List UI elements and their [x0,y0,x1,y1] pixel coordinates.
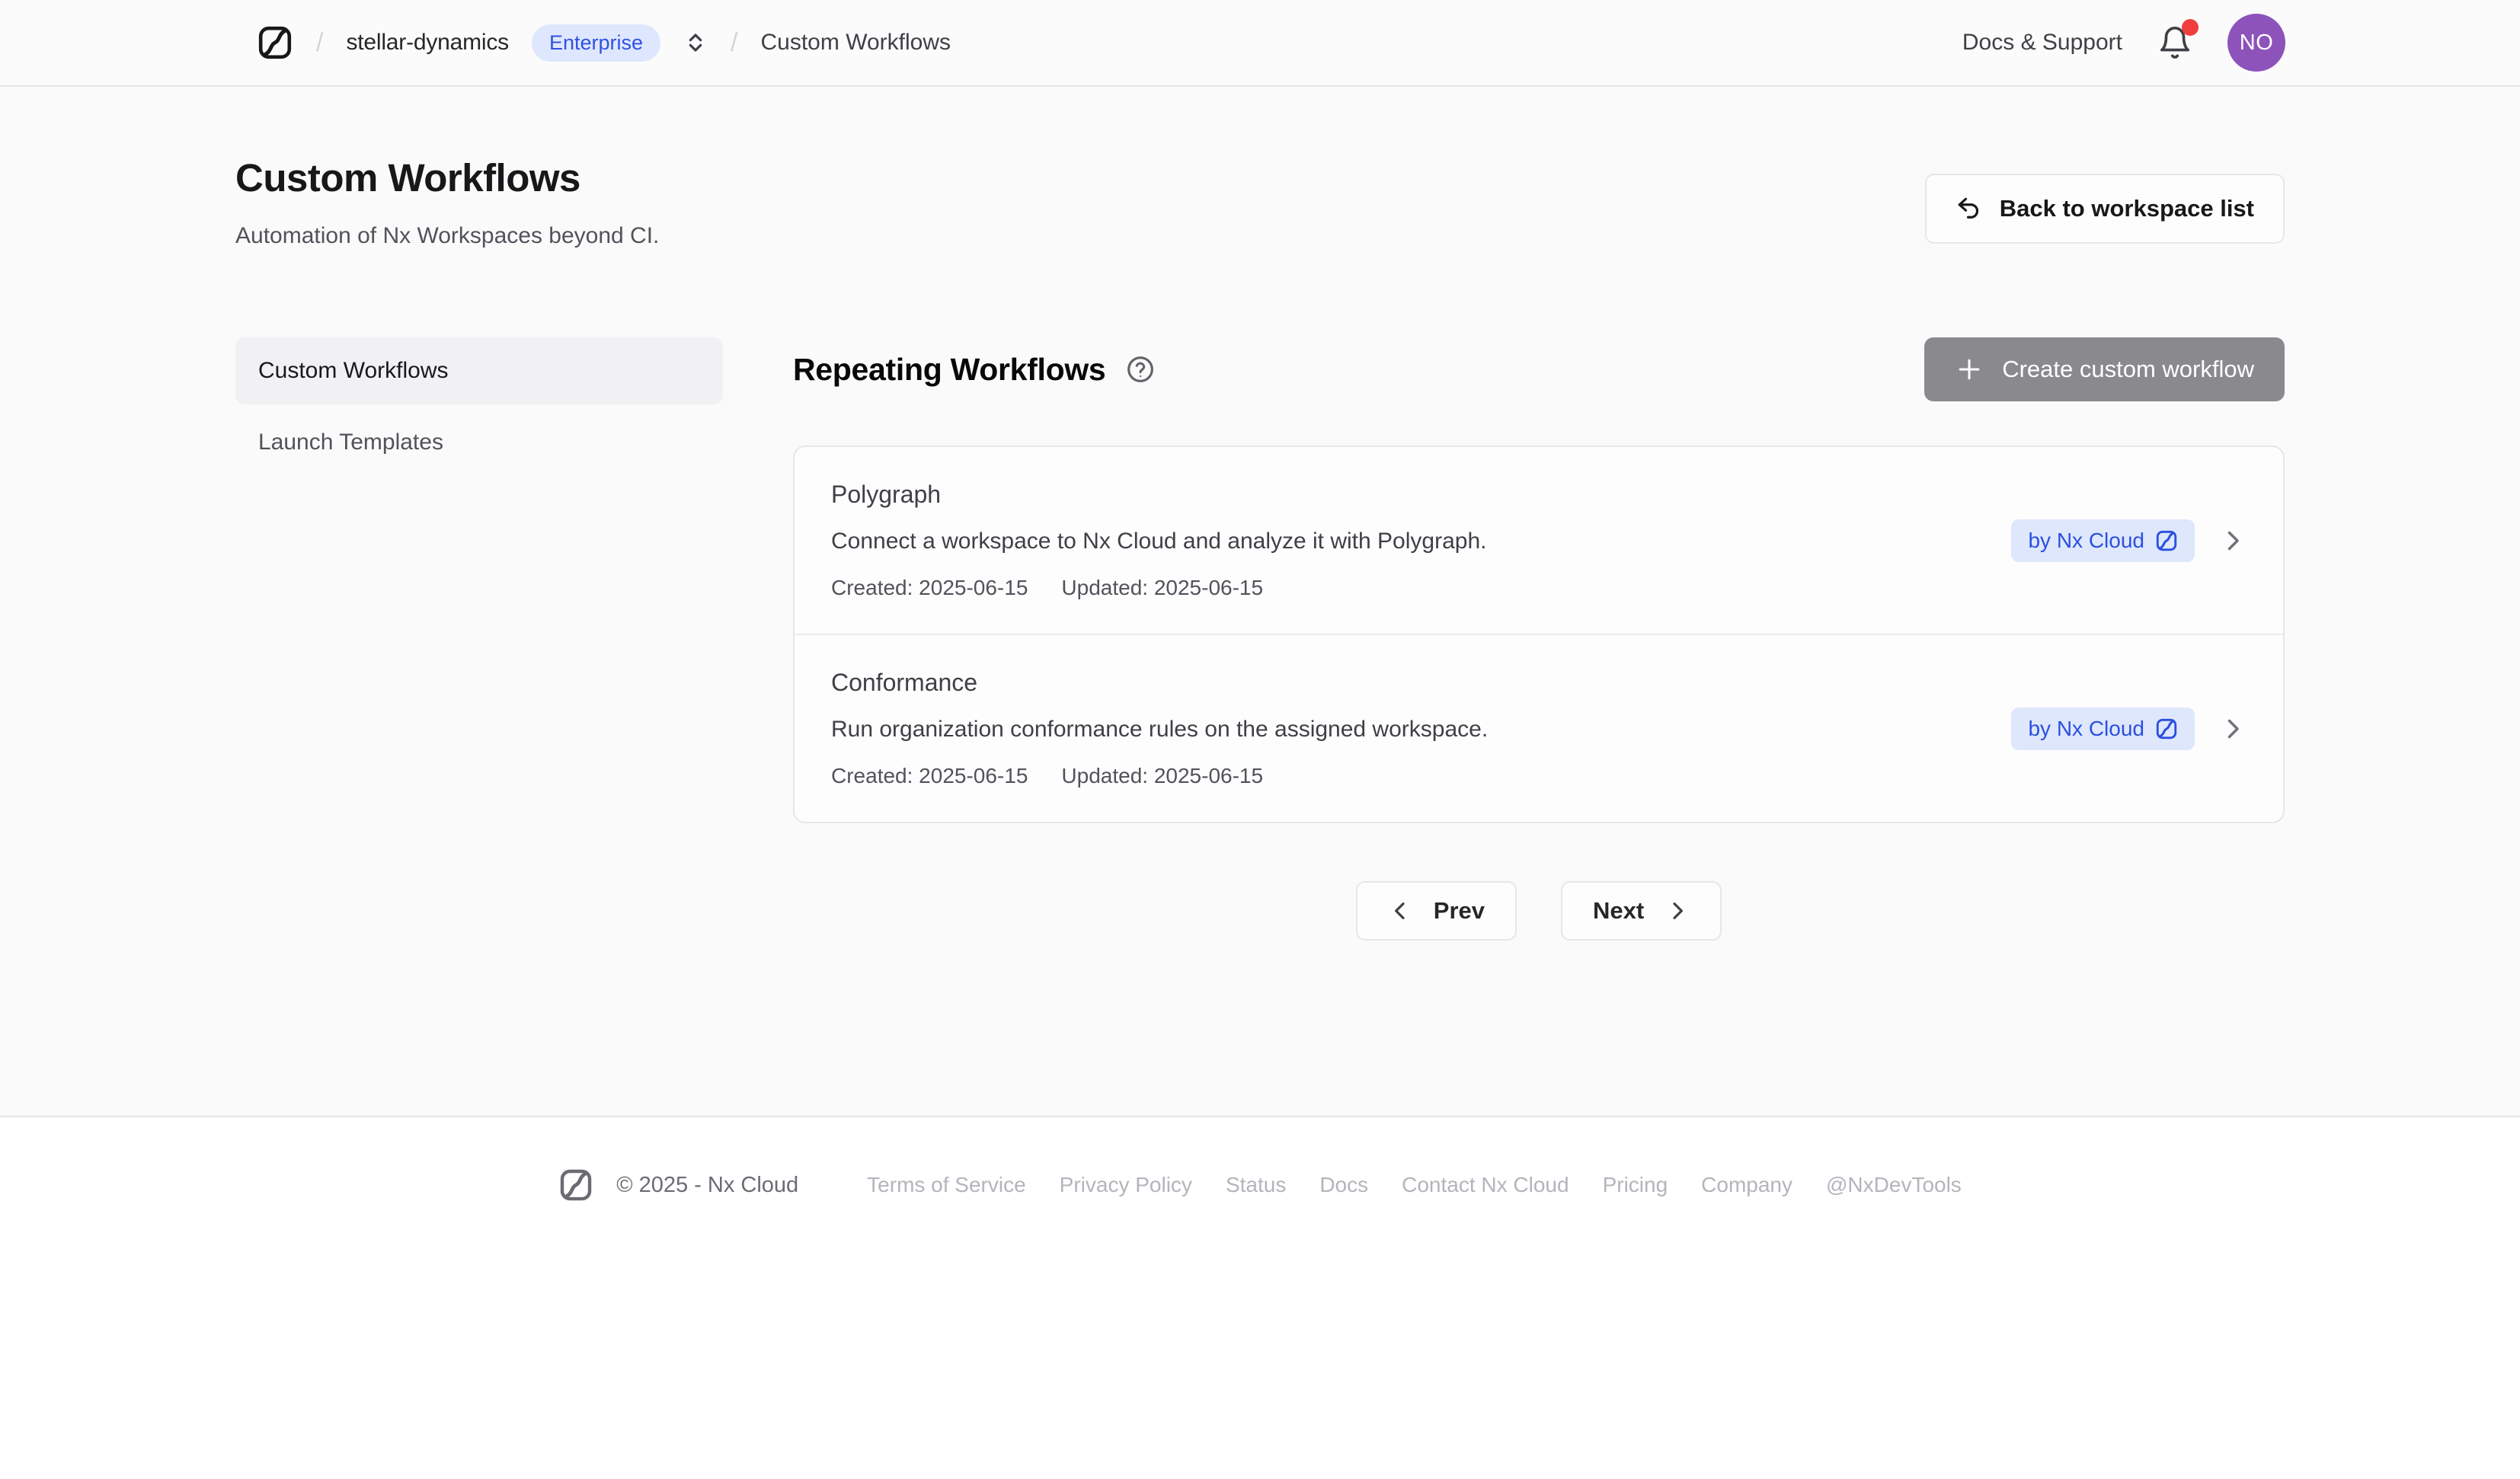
workflow-description: Run organization conformance rules on th… [831,717,1488,743]
footer: © 2025 - Nx Cloud Terms of Service Priva… [0,1116,2520,1479]
sidebar-item[interactable]: Custom Workflows [235,337,723,404]
footer-link[interactable]: Pricing [1603,1173,1668,1197]
nx-logo-icon [2155,717,2178,740]
workflow-updated-date: Updated: 2025-06-15 [1061,764,1263,788]
section-heading: Repeating Workflows [793,352,1105,388]
nx-cloud-logo-icon [558,1168,593,1203]
workflow-created-date: Created: 2025-06-15 [831,576,1028,600]
workflow-description: Connect a workspace to Nx Cloud and anal… [831,529,1486,554]
by-nx-cloud-badge[interactable]: by Nx Cloud [2011,519,2195,562]
workflow-row-actions: by Nx Cloud [2011,519,2247,562]
workflow-meta: Created: 2025-06-15 Updated: 2025-06-15 [831,764,1488,788]
help-circle-icon[interactable] [1125,354,1156,385]
workflow-name: Conformance [831,669,1488,697]
settings-sidebar: Custom Workflows Launch Templates [235,337,723,941]
create-button-label: Create custom workflow [2002,356,2254,383]
sidebar-item[interactable]: Launch Templates [235,409,723,476]
footer-link[interactable]: Docs [1319,1173,1368,1197]
breadcrumb-separator: / [316,28,323,58]
breadcrumb: / stellar-dynamics Enterprise / Custom W… [257,24,951,62]
prev-label: Prev [1434,897,1485,925]
workspace-switcher-icon[interactable] [683,30,708,55]
notifications-button[interactable] [2157,25,2192,60]
avatar[interactable]: NO [2227,14,2285,72]
sidebar-item-label: Custom Workflows [258,358,449,384]
undo-arrow-icon [1956,195,1983,222]
chevron-right-icon[interactable] [2219,715,2247,743]
prev-page-button[interactable]: Prev [1356,881,1517,941]
breadcrumb-separator: / [731,28,737,58]
page-subtitle: Automation of Nx Workspaces beyond CI. [235,223,659,249]
badge-label: by Nx Cloud [2028,529,2144,553]
chevron-right-icon [1665,899,1690,923]
pane-header: Repeating Workflows Create custom workfl… [793,337,2285,401]
workflow-meta: Created: 2025-06-15 Updated: 2025-06-15 [831,576,1486,600]
next-page-button[interactable]: Next [1561,881,1722,941]
badge-label: by Nx Cloud [2028,717,2144,741]
workflow-created-date: Created: 2025-06-15 [831,764,1028,788]
plus-icon [1955,355,1984,384]
workflow-row[interactable]: Polygraph Connect a workspace to Nx Clou… [795,447,2283,634]
footer-link[interactable]: Privacy Policy [1060,1173,1192,1197]
notification-dot [2182,19,2199,36]
workflow-row[interactable]: Conformance Run organization conformance… [795,634,2283,822]
chevron-left-icon [1388,899,1412,923]
nx-logo-icon [2155,529,2178,552]
page-title: Custom Workflows [235,155,659,200]
page-header: Custom Workflows Automation of Nx Worksp… [235,155,2285,249]
footer-links: Terms of Service Privacy Policy Status D… [867,1173,1962,1197]
chevron-right-icon[interactable] [2219,527,2247,554]
nx-cloud-logo-icon[interactable] [257,24,293,61]
next-label: Next [1593,897,1644,925]
footer-link[interactable]: Terms of Service [867,1173,1026,1197]
docs-support-link[interactable]: Docs & Support [1962,30,2122,56]
footer-link[interactable]: Status [1226,1173,1286,1197]
main-area: Custom Workflows Automation of Nx Worksp… [0,87,2520,1116]
back-to-workspace-list-button[interactable]: Back to workspace list [1925,174,2285,244]
workflow-updated-date: Updated: 2025-06-15 [1061,576,1263,600]
workflow-info: Conformance Run organization conformance… [831,669,1488,788]
breadcrumb-current-page: Custom Workflows [761,30,951,56]
top-navbar: / stellar-dynamics Enterprise / Custom W… [0,0,2520,87]
pagination: Prev Next [793,881,2285,941]
workflow-info: Polygraph Connect a workspace to Nx Clou… [831,481,1486,600]
footer-link[interactable]: Contact Nx Cloud [1402,1173,1569,1197]
navbar-actions: Docs & Support NO [1962,14,2285,72]
workspace-name[interactable]: stellar-dynamics [346,30,509,56]
copyright-text: © 2025 - Nx Cloud [616,1173,798,1198]
plan-badge: Enterprise [532,24,660,62]
by-nx-cloud-badge[interactable]: by Nx Cloud [2011,708,2195,750]
footer-link[interactable]: Company [1701,1173,1792,1197]
repeating-workflows-pane: Repeating Workflows Create custom workfl… [793,337,2285,941]
create-custom-workflow-button[interactable]: Create custom workflow [1924,337,2285,401]
back-button-label: Back to workspace list [2000,195,2254,222]
sidebar-item-label: Launch Templates [258,430,443,455]
workflows-card: Polygraph Connect a workspace to Nx Clou… [793,446,2285,823]
footer-link[interactable]: @NxDevTools [1826,1173,1962,1197]
workflow-name: Polygraph [831,481,1486,509]
workflow-row-actions: by Nx Cloud [2011,708,2247,750]
